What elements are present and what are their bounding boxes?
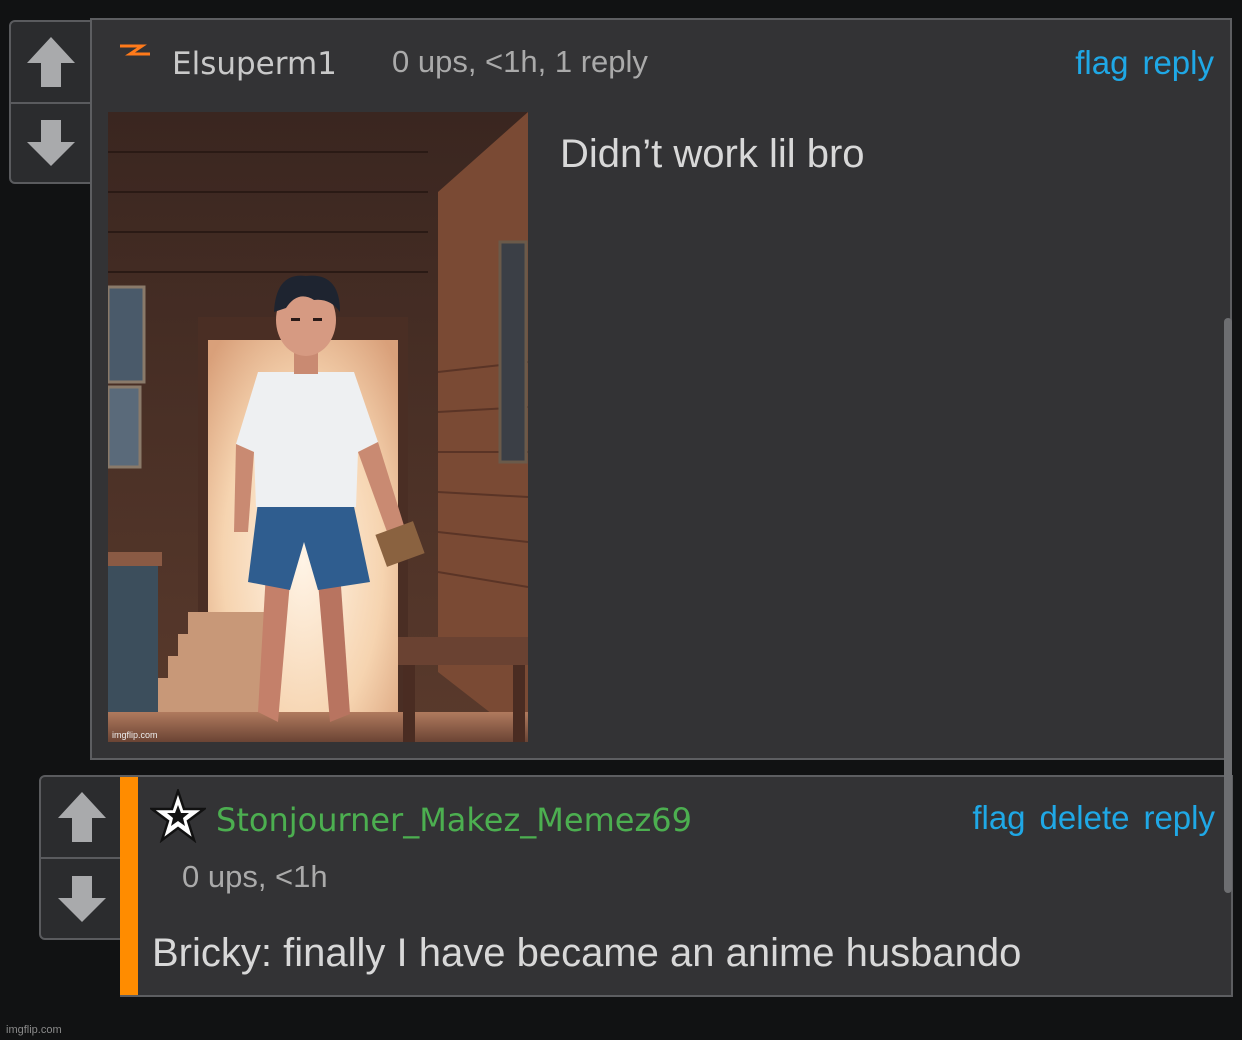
image-watermark: imgflip.com bbox=[112, 730, 158, 740]
anime-character-illustration: imgflip.com bbox=[108, 112, 528, 742]
arrow-down-icon bbox=[58, 875, 106, 922]
arrow-up-icon bbox=[27, 37, 75, 87]
reply-link[interactable]: reply bbox=[1142, 44, 1214, 82]
footer-watermark: imgflip.com bbox=[6, 1024, 62, 1036]
reply-accent-bar bbox=[120, 777, 138, 995]
downvote-button[interactable] bbox=[11, 104, 91, 182]
comment-meta: 0 ups, <1h, 1 reply bbox=[392, 44, 648, 79]
upvote-button[interactable] bbox=[41, 777, 123, 857]
star-badge-icon bbox=[150, 789, 206, 843]
delete-link[interactable]: delete bbox=[1040, 799, 1130, 837]
comment-text: Didn’t work lil bro bbox=[560, 132, 865, 176]
comment-1: Elsuperm1 0 ups, <1h, 1 reply flag reply bbox=[90, 18, 1232, 760]
arrow-up-icon bbox=[58, 792, 106, 842]
upvote-button[interactable] bbox=[11, 22, 91, 102]
comment-username[interactable]: Elsuperm1 bbox=[172, 46, 337, 82]
flag-link[interactable]: flag bbox=[1075, 44, 1128, 82]
comment-text: Bricky: finally I have became an anime h… bbox=[152, 931, 1022, 975]
scrollbar[interactable] bbox=[1224, 318, 1232, 893]
vote-column-2 bbox=[39, 775, 125, 940]
lightning-badge-icon bbox=[120, 44, 150, 56]
downvote-button[interactable] bbox=[41, 859, 123, 938]
comment-2: Stonjourner_Makez_Memez69 flag delete re… bbox=[120, 775, 1233, 997]
comment-username[interactable]: Stonjourner_Makez_Memez69 bbox=[216, 801, 692, 839]
reply-link[interactable]: reply bbox=[1143, 799, 1215, 837]
comment-actions: flag reply bbox=[1075, 44, 1214, 82]
comment-actions: flag delete reply bbox=[972, 799, 1215, 837]
arrow-down-icon bbox=[27, 120, 75, 166]
comment-meta: 0 ups, <1h bbox=[182, 859, 328, 894]
comment-image[interactable]: imgflip.com bbox=[108, 112, 528, 742]
vote-column-1 bbox=[9, 20, 93, 184]
flag-link[interactable]: flag bbox=[972, 799, 1025, 837]
